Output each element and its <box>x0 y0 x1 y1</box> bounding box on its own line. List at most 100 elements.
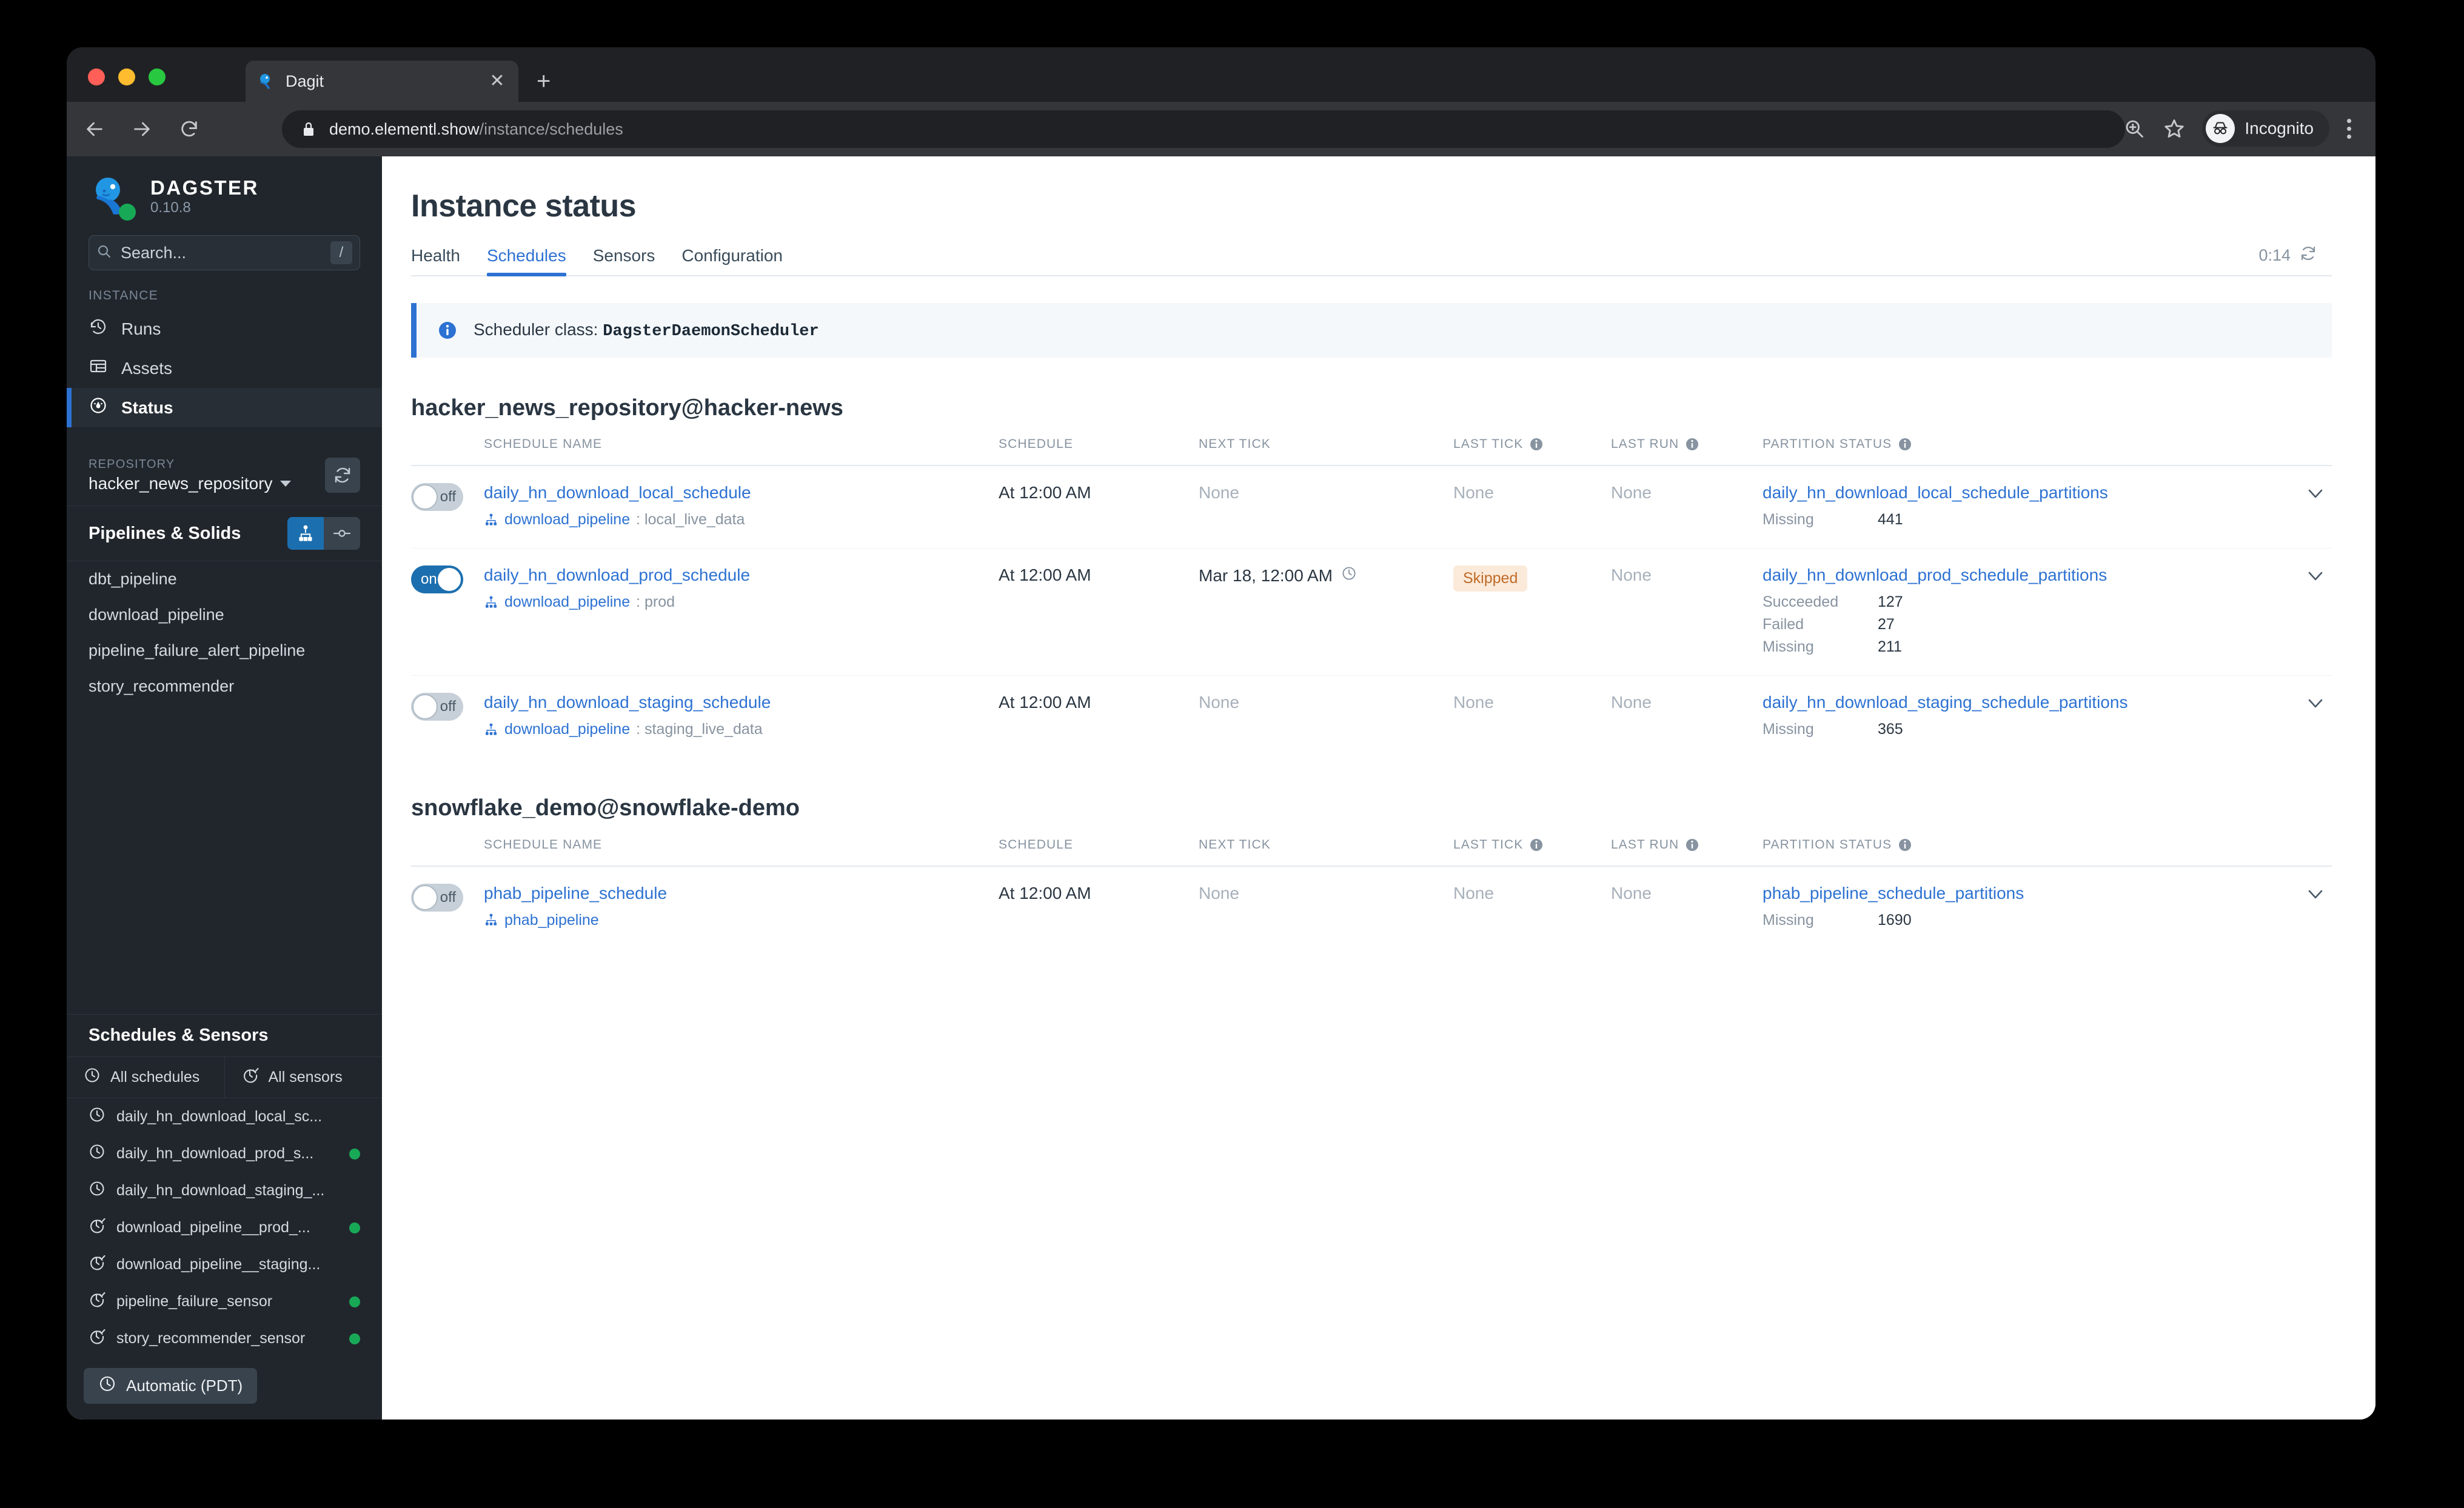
kebab-menu-icon[interactable] <box>2333 118 2365 139</box>
repository-section-title: hacker_news_repository@hacker-news <box>411 395 843 421</box>
chevron-down-icon[interactable] <box>2277 483 2332 504</box>
sidebar-schedule-sensor-label: download_pipeline__prod_... <box>116 1219 310 1236</box>
chevron-down-icon[interactable] <box>2277 566 2332 586</box>
pipeline-ref[interactable]: download_pipeline: prod <box>484 593 999 611</box>
close-icon[interactable]: ✕ <box>487 72 507 90</box>
sidebar-schedule-sensor-item[interactable]: download_pipeline__prod_... <box>67 1209 382 1246</box>
partition-stats: Missing 1690 <box>1763 912 2277 929</box>
solid-node-icon[interactable] <box>324 517 360 550</box>
partition-stat-key: Missing <box>1763 721 1814 738</box>
schedule-name-link[interactable]: phab_pipeline_schedule <box>484 884 667 902</box>
pipelines-view-toggle[interactable] <box>287 517 360 550</box>
pipeline-list-item[interactable]: download_pipeline <box>67 597 382 633</box>
window-controls[interactable] <box>88 68 166 85</box>
info-icon[interactable] <box>1898 437 1912 452</box>
sidebar-schedule-sensor-item[interactable]: daily_hn_download_local_sc... <box>67 1098 382 1135</box>
pipeline-list-item[interactable]: story_recommender <box>67 669 382 704</box>
tab-schedules[interactable]: Schedules <box>486 246 566 276</box>
last-run-value: None <box>1611 693 1652 712</box>
sidebar-schedule-sensor-item[interactable]: pipeline_failure_sensor <box>67 1283 382 1320</box>
reload-repository-button[interactable] <box>325 458 360 493</box>
refresh-icon[interactable] <box>2299 244 2317 267</box>
all-sensors-link[interactable]: All sensors <box>224 1057 383 1098</box>
info-icon[interactable] <box>1529 437 1544 452</box>
schedule-name-link[interactable]: daily_hn_download_prod_schedule <box>484 566 750 584</box>
sidebar-schedule-sensor-item[interactable]: daily_hn_download_staging_... <box>67 1172 382 1209</box>
close-window-button[interactable] <box>88 68 105 85</box>
chevron-down-icon[interactable] <box>280 481 291 487</box>
timezone-chip[interactable]: Automatic (PDT) <box>84 1368 258 1404</box>
schedule-name-link[interactable]: daily_hn_download_staging_schedule <box>484 693 771 712</box>
banner-value: DagsterDaemonScheduler <box>603 322 819 341</box>
zoom-icon[interactable] <box>2116 110 2152 147</box>
incognito-label: Incognito <box>2245 119 2314 138</box>
pipelines-header: Pipelines & Solids <box>67 506 382 561</box>
partition-set-link[interactable]: daily_hn_download_local_schedule_partiti… <box>1763 483 2108 502</box>
column-header-label: PARTITION STATUS <box>1763 437 1892 452</box>
address-bar[interactable]: demo.elementl.show/instance/schedules <box>282 110 2125 148</box>
maximize-window-button[interactable] <box>149 68 166 85</box>
dagster-icon <box>256 72 276 91</box>
running-status-dot <box>349 1333 360 1344</box>
partition-set-link[interactable]: daily_hn_download_prod_schedule_partitio… <box>1763 566 2107 584</box>
expand-row-cell <box>2277 465 2332 549</box>
tab-health[interactable]: Health <box>411 246 460 275</box>
back-arrow-icon[interactable] <box>75 110 114 148</box>
tab-sensors[interactable]: Sensors <box>593 246 655 275</box>
column-header: LAST RUN <box>1611 837 1763 867</box>
refresh-timer[interactable]: 0:14 <box>2258 244 2317 267</box>
forward-arrow-icon[interactable] <box>122 110 161 148</box>
browser-tab[interactable]: Dagit ✕ <box>246 61 518 102</box>
sidebar-schedule-sensor-item[interactable]: download_pipeline__staging... <box>67 1246 382 1283</box>
table-icon <box>89 356 108 380</box>
pipeline-graph-icon <box>484 595 498 610</box>
pipeline-name[interactable]: download_pipeline <box>504 721 630 738</box>
toggle-label: off <box>440 698 456 715</box>
partition-set-link[interactable]: daily_hn_download_staging_schedule_parti… <box>1763 693 2128 712</box>
tab-configuration[interactable]: Configuration <box>681 246 783 275</box>
repository-selector[interactable]: REPOSITORY hacker_news_repository <box>67 444 382 506</box>
partition-set-link[interactable]: phab_pipeline_schedule_partitions <box>1763 884 2024 902</box>
pipeline-ref[interactable]: download_pipeline: local_live_data <box>484 511 999 529</box>
toolbar-actions: Incognito <box>2116 110 2365 147</box>
pipeline-ref[interactable]: phab_pipeline <box>484 912 999 929</box>
pipeline-ref[interactable]: download_pipeline: staging_live_data <box>484 721 999 738</box>
search-input[interactable]: Search... / <box>89 235 360 270</box>
star-icon[interactable] <box>2156 110 2192 147</box>
pipeline-list-item[interactable]: dbt_pipeline <box>67 561 382 597</box>
incognito-profile-chip[interactable]: Incognito <box>2202 110 2329 147</box>
new-tab-button[interactable]: + <box>537 69 551 93</box>
sensor-icon <box>89 1217 105 1238</box>
all-schedules-link[interactable]: All schedules <box>67 1057 224 1098</box>
brand-block[interactable]: DAGSTER 0.10.8 <box>67 156 382 228</box>
minimize-window-button[interactable] <box>118 68 135 85</box>
sidebar-item-status[interactable]: Status <box>67 388 382 427</box>
scheduler-class-banner: Scheduler class: DagsterDaemonScheduler <box>411 303 2332 358</box>
sidebar-schedule-sensor-item[interactable]: daily_hn_download_prod_s... <box>67 1135 382 1172</box>
sidebar-item-runs[interactable]: Runs <box>67 309 382 349</box>
table-row: off phab_pipeline_schedule phab_pipeline At… <box>411 866 2332 949</box>
schedule-toggle[interactable]: off <box>411 483 463 512</box>
info-icon[interactable] <box>1685 837 1699 852</box>
pipeline-name[interactable]: download_pipeline <box>504 593 630 611</box>
schedule-toggle[interactable]: on <box>411 566 463 594</box>
sidebar-item-assets[interactable]: Assets <box>67 349 382 388</box>
info-icon[interactable] <box>1529 837 1544 852</box>
reload-icon[interactable] <box>170 110 209 148</box>
pipeline-name[interactable]: download_pipeline <box>504 511 630 529</box>
chevron-down-icon[interactable] <box>2277 884 2332 904</box>
schedule-name-link[interactable]: daily_hn_download_local_schedule <box>484 483 751 502</box>
chevron-down-icon[interactable] <box>2277 693 2332 713</box>
info-icon[interactable] <box>1898 837 1912 852</box>
schedule-toggle[interactable]: off <box>411 693 463 721</box>
partition-stat-value: 127 <box>1878 593 1903 611</box>
info-icon[interactable] <box>1685 437 1699 452</box>
pipeline-list-item[interactable]: pipeline_failure_alert_pipeline <box>67 633 382 669</box>
column-header-label: LAST RUN <box>1611 837 1679 852</box>
schedule-toggle[interactable]: off <box>411 883 463 912</box>
last-run-cell: None <box>1611 465 1763 549</box>
sidebar-schedule-sensor-item[interactable]: story_recommender_sensor <box>67 1320 382 1357</box>
pipeline-name[interactable]: phab_pipeline <box>504 912 599 929</box>
column-header: LAST TICK <box>1453 437 1611 467</box>
pipeline-graph-icon[interactable] <box>287 517 324 550</box>
